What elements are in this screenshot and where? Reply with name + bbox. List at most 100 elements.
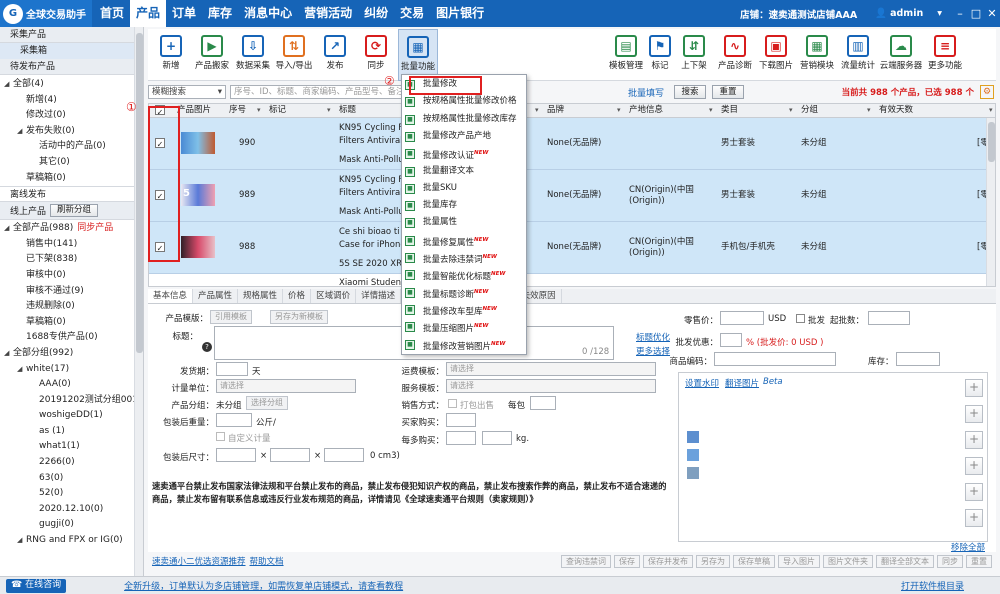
sort-icon[interactable]: ▾ <box>617 104 621 117</box>
retail-price-input[interactable] <box>720 311 764 325</box>
buyer-buy-input[interactable] <box>446 413 476 427</box>
menu-item[interactable]: ■ 批量智能优化标题NEW <box>402 267 526 283</box>
tree-expand-icon[interactable]: ◢ <box>17 362 26 378</box>
action-button-8[interactable]: 同步 <box>937 554 963 568</box>
sidebar-tree-item[interactable]: 草稿箱(0) <box>4 171 143 187</box>
table-row[interactable]: ✓ 5 989 KN95 Cycling Fa Filters Antiviral 5M… <box>149 170 995 222</box>
menu-item[interactable]: ■ 批量库存 <box>402 198 526 214</box>
sidebar-tree-item[interactable]: ◢ 全部产品(988) 同步产品 <box>4 221 143 237</box>
sidebar-tree-item[interactable]: what1(1) <box>4 439 143 455</box>
tab-0[interactable]: 基本信息 <box>148 289 194 303</box>
sidebar-tree-item[interactable]: 审核中(0) <box>4 268 143 284</box>
sidebar-tree-item[interactable]: 违规删除(0) <box>4 299 143 315</box>
search-button[interactable]: 搜索 <box>674 85 707 99</box>
weight-input[interactable] <box>216 413 252 427</box>
tree-expand-icon[interactable]: ◢ <box>4 221 13 237</box>
close-icon[interactable]: ✕ <box>984 7 1000 20</box>
nav-tab-1[interactable]: 产品 <box>130 0 167 27</box>
sidebar-tree-item[interactable]: gugji(0) <box>4 517 143 533</box>
help-doc-link[interactable]: 帮助文档 <box>250 555 284 567</box>
column-header[interactable]: 标记 <box>269 104 286 117</box>
column-header[interactable]: 产地信息 <box>629 104 663 117</box>
menu-item[interactable]: ■ 批量标题诊断NEW <box>402 285 526 301</box>
select-group-button[interactable]: 选择分组 <box>246 396 288 410</box>
sidebar-tree-item[interactable]: 已下架(838) <box>4 252 143 268</box>
tree-expand-icon[interactable]: ◢ <box>17 124 26 140</box>
sidebar-tree-item[interactable]: 52(0) <box>4 486 143 502</box>
add-image-icon[interactable]: + <box>965 431 983 449</box>
wholesale-checkbox[interactable] <box>796 314 805 323</box>
sort-icon[interactable]: ▾ <box>867 104 871 117</box>
maximize-icon[interactable]: □ <box>968 7 984 20</box>
toolbar-button-right-7[interactable]: ☁ 云端服务器 <box>879 29 923 81</box>
menu-item[interactable]: ■ 批量修复属性NEW <box>402 233 526 249</box>
sidebar-tree-item[interactable]: 审核不通过(9) <box>4 284 143 300</box>
action-button-6[interactable]: 图片文件夹 <box>823 554 873 568</box>
resource-link[interactable]: 速卖通小二优选资源推荐 <box>152 555 246 567</box>
user-name[interactable]: admin <box>890 8 923 19</box>
sidebar-tree-item[interactable]: woshigeDD(1) <box>4 408 143 424</box>
sidebar-tree-item[interactable]: as (1) <box>4 424 143 440</box>
column-header[interactable]: 有效天数 <box>879 104 913 117</box>
toolbar-button-0[interactable]: + 新增 <box>151 29 191 81</box>
open-root-dir-link[interactable]: 打开软件根目录 <box>901 579 964 592</box>
sidebar-item-collect-box[interactable]: 采集箱 <box>0 43 143 59</box>
toolbar-button-1[interactable]: ▶ 产品搬家 <box>192 29 232 81</box>
minimize-icon[interactable]: – <box>952 7 968 20</box>
sidebar-tree-item[interactable]: 1688专供产品(0) <box>4 330 143 346</box>
settings-icon[interactable]: ⚙ <box>980 85 994 99</box>
column-header[interactable]: 标题 <box>339 104 356 117</box>
product-thumbnail[interactable] <box>181 132 215 154</box>
sidebar-tree-item[interactable]: ◢ 全部分组(992) <box>4 346 143 362</box>
sidebar-tree-item[interactable]: ◢ 全部(4) <box>4 77 143 93</box>
reset-button[interactable]: 重置 <box>712 85 745 99</box>
app-logo[interactable]: G 全球交易助手 <box>0 0 92 27</box>
search-mode-select[interactable]: 模糊搜索 ▾ <box>148 85 226 99</box>
sidebar-tree-item[interactable]: 20191202测试分组001 <box>4 393 143 409</box>
add-image-icon[interactable]: + <box>965 457 983 475</box>
min-order-input[interactable] <box>868 311 910 325</box>
nav-tab-7[interactable]: 交易 <box>394 0 430 27</box>
add-image-icon[interactable]: + <box>965 483 983 501</box>
sidebar-tree-item[interactable]: 活动中的产品(0) <box>4 139 143 155</box>
column-header[interactable]: 品牌 <box>547 104 564 117</box>
tab-4[interactable]: 区域调价 <box>311 289 357 303</box>
sidebar-tree-item[interactable]: AAA(0) <box>4 377 143 393</box>
remove-all-link[interactable]: 移除全部 <box>951 541 985 553</box>
sidebar-tree-item[interactable]: ◢ 发布失败(0) <box>4 124 143 140</box>
action-button-3[interactable]: 另存为 <box>696 554 730 568</box>
tab-2[interactable]: 规格属性 <box>238 289 284 303</box>
more-buy-weight-input[interactable] <box>482 431 512 445</box>
nav-tab-8[interactable]: 图片银行 <box>430 0 490 27</box>
menu-item[interactable]: ■ 批量修改营销图片NEW <box>402 337 526 353</box>
sync-products-link[interactable]: 同步产品 <box>77 223 113 233</box>
add-image-icon[interactable]: + <box>965 509 983 527</box>
toolbar-button-3[interactable]: ⇅ 导入/导出 <box>274 29 314 81</box>
toolbar-button-right-2[interactable]: ⇵ 上下架 <box>674 29 714 81</box>
nav-tab-4[interactable]: 消息中心 <box>238 0 298 27</box>
menu-item[interactable]: ■ 批量去除违禁词NEW <box>402 250 526 266</box>
menu-item[interactable]: ■ 批量翻译文本 <box>402 164 526 180</box>
reference-template-select[interactable]: 引用模板 <box>210 310 252 324</box>
image-tool-icon[interactable] <box>687 467 699 479</box>
toolbar-button-2[interactable]: ⇩ 数据采集 <box>233 29 273 81</box>
stock-input[interactable] <box>896 352 940 366</box>
menu-item[interactable]: ■ 批量修改产品产地 <box>402 129 526 145</box>
sidebar-tree-item[interactable]: 修改过(0) <box>4 108 143 124</box>
tree-expand-icon[interactable]: ◢ <box>17 533 26 549</box>
batch-fill-link[interactable]: 批量填写 <box>628 86 664 99</box>
sort-icon[interactable]: ▾ <box>709 104 713 117</box>
save-new-template-button[interactable]: 另存为新模板 <box>270 310 328 324</box>
sort-icon[interactable]: ▾ <box>327 104 331 117</box>
nav-tab-6[interactable]: 纠纷 <box>358 0 394 27</box>
table-row[interactable]: ✓ 990 KN95 Cycling Fa Filters Antiviral 5 Ma… <box>149 118 995 170</box>
product-thumbnail[interactable]: 5 <box>181 184 215 206</box>
sort-icon[interactable]: ▾ <box>989 104 993 117</box>
sidebar-tree-item[interactable]: ◢ white(17) <box>4 362 143 378</box>
tab-1[interactable]: 产品属性 <box>193 289 239 303</box>
action-button-4[interactable]: 保存草稿 <box>733 554 775 568</box>
column-header[interactable]: 类目 <box>721 104 738 117</box>
menu-item[interactable]: ■ 按规格属性批量修改价格 <box>402 94 526 110</box>
add-image-icon[interactable]: + <box>965 405 983 423</box>
action-button-7[interactable]: 翻译全部文本 <box>876 554 934 568</box>
